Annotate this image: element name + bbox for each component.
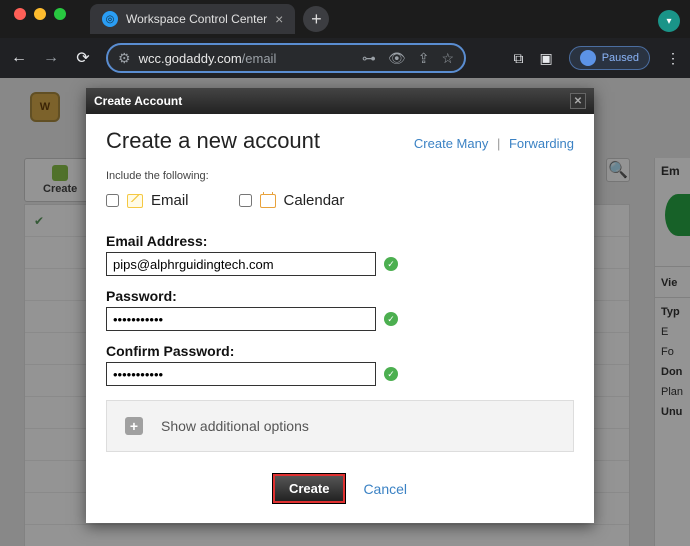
minimize-window-icon[interactable]: [34, 8, 46, 20]
dialog-body: Create a new account Create Many | Forwa…: [86, 114, 594, 523]
link-separator: |: [492, 136, 505, 151]
show-additional-options[interactable]: + Show additional options: [106, 400, 574, 452]
new-tab-button[interactable]: +: [303, 6, 329, 32]
dialog-title: Create a new account: [106, 128, 414, 154]
create-account-dialog: Create Account ✕ Create a new account Cr…: [86, 88, 594, 523]
dialog-close-button[interactable]: ✕: [570, 93, 586, 109]
tab-title: Workspace Control Center: [126, 12, 267, 26]
include-email-checkbox[interactable]: [106, 194, 119, 207]
envelope-icon: [127, 194, 143, 208]
url-path: /email: [242, 51, 277, 66]
fullscreen-window-icon[interactable]: [54, 8, 66, 20]
forward-button[interactable]: →: [42, 49, 60, 67]
window-menu-icon[interactable]: ▾: [658, 10, 680, 32]
close-tab-icon[interactable]: ×: [275, 11, 283, 27]
close-window-icon[interactable]: [14, 8, 26, 20]
include-email-label: Email: [151, 192, 189, 209]
password-label: Password:: [106, 288, 574, 304]
eye-off-icon[interactable]: 👁: [388, 50, 406, 67]
valid-check-icon: ✓: [384, 367, 398, 381]
confirm-password-input[interactable]: [106, 362, 376, 386]
create-button[interactable]: Create: [273, 474, 345, 503]
profile-avatar-icon: [580, 50, 596, 66]
calendar-icon: [260, 194, 276, 208]
additional-options-label: Show additional options: [161, 418, 309, 434]
valid-check-icon: ✓: [384, 312, 398, 326]
confirm-password-label: Confirm Password:: [106, 343, 574, 359]
tab-favicon-icon: ◎: [102, 11, 118, 27]
window-traffic-lights: [14, 8, 66, 20]
include-calendar-label: Calendar: [284, 192, 345, 209]
include-calendar-option[interactable]: Calendar: [239, 192, 345, 209]
dialog-links: Create Many | Forwarding: [414, 136, 574, 151]
include-calendar-checkbox[interactable]: [239, 194, 252, 207]
include-label: Include the following:: [106, 170, 574, 182]
site-settings-icon[interactable]: ⚙: [118, 50, 131, 67]
dialog-header-title: Create Account: [94, 94, 182, 108]
page-content: W Create 🔍 ✔ Em Vie Typ E Fo Don Plan Un…: [0, 78, 690, 546]
plus-icon: +: [125, 417, 143, 435]
browser-tab-active[interactable]: ◎ Workspace Control Center ×: [90, 4, 295, 34]
tab-bar: ◎ Workspace Control Center × +: [90, 4, 329, 34]
paused-label: Paused: [602, 52, 639, 64]
forwarding-link[interactable]: Forwarding: [509, 136, 574, 151]
reload-button[interactable]: ⟳: [74, 48, 92, 68]
back-button[interactable]: ←: [10, 49, 28, 67]
include-email-option[interactable]: Email: [106, 192, 189, 209]
profile-paused-pill[interactable]: Paused: [569, 46, 650, 70]
browser-toolbar: ← → ⟳ ⚙ wcc.godaddy.com/email ⊶ 👁 ⇪ ☆ ⧉ …: [0, 38, 690, 78]
url-host: wcc.godaddy.com: [139, 51, 242, 66]
email-input[interactable]: [106, 252, 376, 276]
extensions-icon[interactable]: ⧉: [513, 50, 523, 67]
email-label: Email Address:: [106, 233, 574, 249]
reading-list-icon[interactable]: ▣: [539, 50, 552, 67]
password-key-icon[interactable]: ⊶: [362, 50, 376, 67]
address-bar[interactable]: ⚙ wcc.godaddy.com/email ⊶ 👁 ⇪ ☆: [106, 43, 466, 73]
share-icon[interactable]: ⇪: [418, 50, 430, 67]
dialog-header: Create Account ✕: [86, 88, 594, 114]
password-input[interactable]: [106, 307, 376, 331]
bookmark-star-icon[interactable]: ☆: [441, 50, 454, 67]
cancel-link[interactable]: Cancel: [363, 481, 407, 497]
url-text: wcc.godaddy.com/email: [139, 51, 277, 66]
browser-menu-icon[interactable]: ⋮: [666, 50, 680, 67]
valid-check-icon: ✓: [384, 257, 398, 271]
create-many-link[interactable]: Create Many: [414, 136, 488, 151]
